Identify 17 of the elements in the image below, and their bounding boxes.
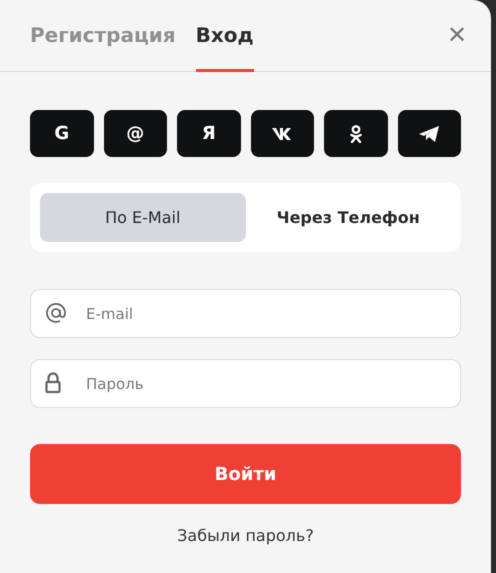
- method-tab[interactable]: Через Телефон: [246, 193, 451, 242]
- social-login-button[interactable]: [250, 110, 314, 157]
- method-tab[interactable]: По E-Mail: [40, 193, 246, 242]
- close-button[interactable]: ✕: [447, 21, 467, 50]
- tab[interactable]: Вход: [196, 0, 254, 72]
- social-login-button[interactable]: [398, 110, 461, 157]
- logo-icon: [272, 128, 292, 140]
- input-field[interactable]: Пароль: [30, 359, 461, 408]
- login-button[interactable]: Войти: [30, 444, 461, 504]
- social-login-button[interactable]: Я: [177, 110, 240, 157]
- input-field[interactable]: E-mail: [30, 289, 461, 338]
- social-login-button[interactable]: G: [30, 110, 94, 157]
- paper-plane-icon: [418, 124, 440, 142]
- person-icon: [350, 124, 362, 142]
- social-login-button[interactable]: @: [104, 110, 167, 157]
- forgot-password-link[interactable]: Забыли пароль?: [177, 526, 314, 545]
- social-login-button[interactable]: [324, 110, 388, 157]
